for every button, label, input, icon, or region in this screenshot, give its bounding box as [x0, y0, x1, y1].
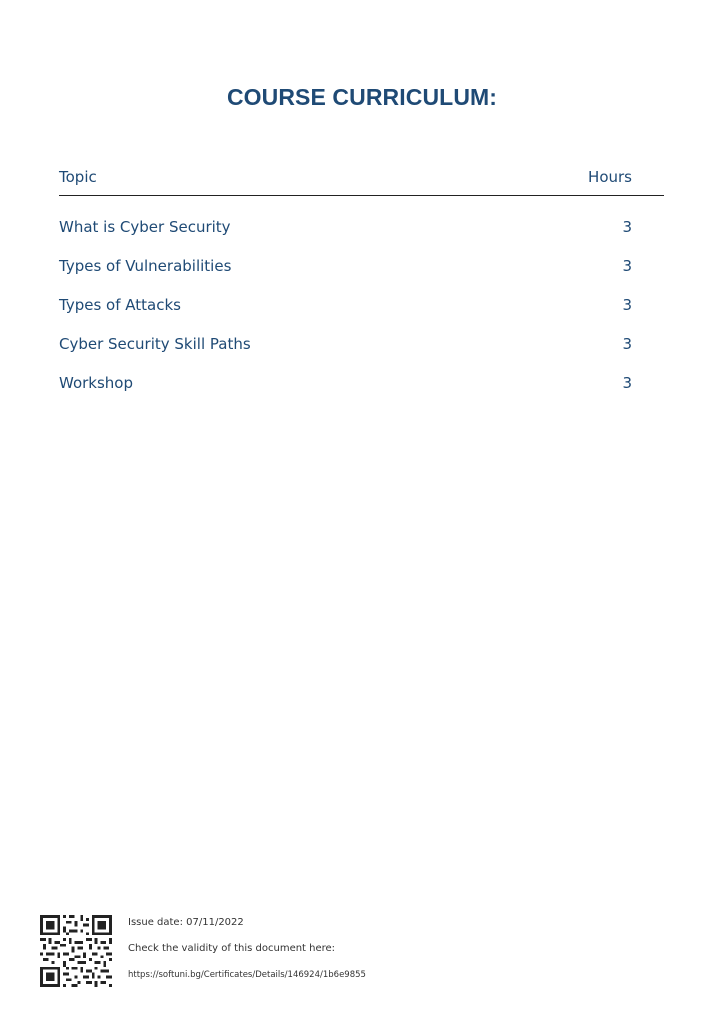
table-row: Workshop 3	[59, 374, 664, 413]
table-row: Types of Vulnerabilities 3	[59, 257, 664, 296]
row-hours: 3	[622, 374, 632, 392]
table-row: What is Cyber Security 3	[59, 218, 664, 257]
row-hours: 3	[622, 296, 632, 314]
page-title: COURSE CURRICULUM:	[226, 84, 498, 110]
table-header: Topic Hours	[59, 168, 664, 196]
row-topic: What is Cyber Security	[59, 218, 231, 236]
validity-url-link[interactable]: https://softuni.bg/Certificates/Details/…	[128, 970, 366, 980]
row-topic: Types of Vulnerabilities	[59, 257, 232, 275]
row-hours: 3	[622, 335, 632, 353]
qr-code-icon	[40, 915, 112, 987]
column-header-hours: Hours	[588, 168, 632, 186]
row-topic: Cyber Security Skill Paths	[59, 335, 251, 353]
row-hours: 3	[622, 257, 632, 275]
row-topic: Workshop	[59, 374, 134, 392]
row-topic: Types of Attacks	[59, 296, 181, 314]
validity-check-text: Check the validity of this document here…	[128, 943, 336, 954]
issue-date: Issue date: 07/11/2022	[128, 917, 244, 928]
document-footer: Issue date: 07/11/2022 Check the validit…	[40, 915, 680, 987]
curriculum-table-body: What is Cyber Security 3 Types of Vulner…	[59, 218, 664, 413]
row-hours: 3	[622, 218, 632, 236]
table-row: Cyber Security Skill Paths 3	[59, 335, 664, 374]
column-header-topic: Topic	[59, 168, 97, 186]
table-row: Types of Attacks 3	[59, 296, 664, 335]
